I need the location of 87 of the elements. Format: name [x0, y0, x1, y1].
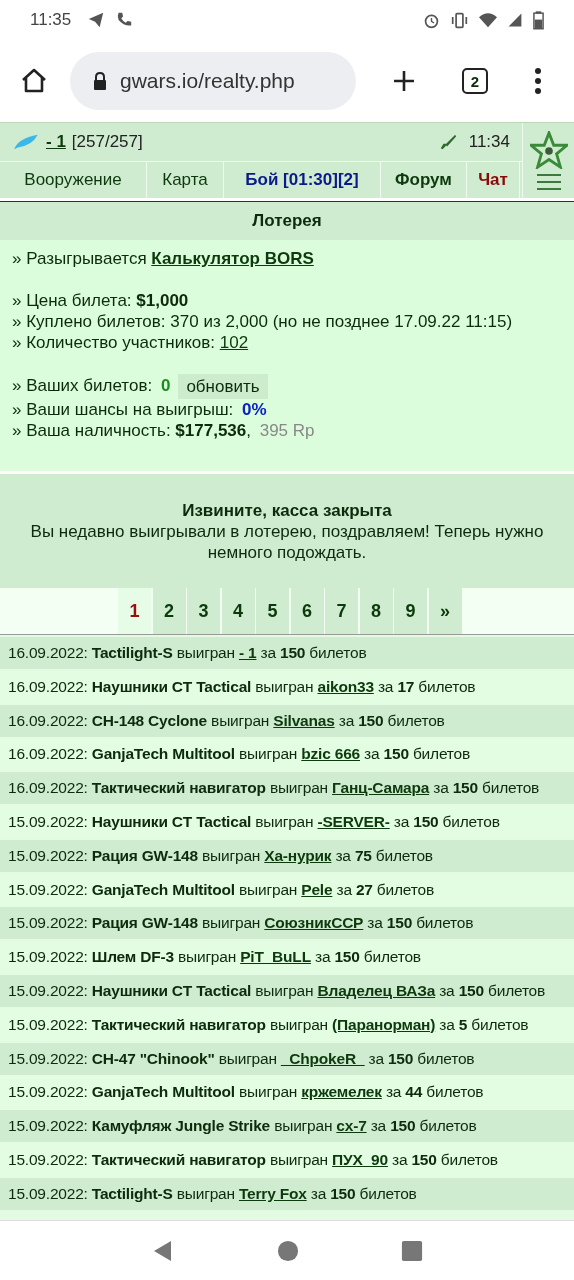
- lock-icon: [92, 71, 108, 91]
- history-text: 15.09.2022: Тактический навигатор выигран (Паранорман) за 5 билетов: [8, 1015, 529, 1034]
- winner-link[interactable]: -SERVER-: [317, 813, 390, 830]
- winner-link[interactable]: ПУХ_90: [332, 1150, 388, 1168]
- page-link[interactable]: »: [428, 588, 462, 634]
- nav-link[interactable]: Вооружение: [0, 162, 147, 198]
- page-link[interactable]: 7: [325, 588, 358, 634]
- winner-link[interactable]: Ганц-Самара: [332, 779, 430, 797]
- nav-link[interactable]: Бой [01:30][2]: [224, 162, 381, 198]
- tab-count-button[interactable]: 2: [462, 68, 488, 94]
- more-icon[interactable]: [534, 68, 542, 94]
- page-link[interactable]: 8: [359, 588, 393, 634]
- feather-icon: [12, 133, 40, 151]
- history-text: 15.09.2022: Наушники CT Tactical выигран -SERVER- за 150 билетов: [8, 813, 500, 831]
- winner-link[interactable]: Ха-нурик: [264, 846, 332, 864]
- notice-message: Вы недавно выигрывали в лотерею, поздравляем! Теперь нужно немного подождать.: [29, 520, 545, 563]
- winner-link[interactable]: Pele: [301, 880, 333, 898]
- history-text: 15.09.2022: Наушники CT Tactical выигран Владелец ВАЗа за 150 билетов: [8, 981, 546, 1000]
- nav-link[interactable]: Форум: [381, 162, 467, 198]
- info-text: » Разыгрывается: [12, 249, 148, 268]
- menu-icon[interactable]: [535, 172, 562, 192]
- info-text: » Ваша наличность: $177,536,: [12, 421, 252, 440]
- history-text: 15.09.2022: GanjaTech Multitool выигран кржемелек за 44 билетов: [8, 1083, 484, 1102]
- nav-link[interactable]: Чат: [467, 162, 520, 198]
- history-text: 16.09.2022: Наушники CT Tactical выигран aikon33 за 17 билетов: [8, 677, 476, 696]
- nav-link[interactable]: Карта: [147, 162, 224, 198]
- page-link[interactable]: 5: [256, 588, 289, 634]
- info-text: » Куплено билетов: 370 из 2,000 (но не позднее 17.09.22 11:15): [12, 311, 514, 332]
- battery-icon: [533, 10, 544, 30]
- notice-title: Извините, касса закрыта: [182, 499, 392, 521]
- winner-link[interactable]: aikon33: [317, 677, 374, 695]
- history-text: 15.09.2022: CH-47 "Chinook" выигран _ChpokeR_ за 150 билетов: [8, 1049, 475, 1068]
- plus-icon[interactable]: [392, 69, 416, 93]
- info-text: » Ваши шансы на выигрыш:: [12, 400, 235, 419]
- winner-link[interactable]: (Паранорман): [332, 1015, 436, 1033]
- url-text: gwars.io/realty.php: [120, 69, 295, 93]
- winner-link[interactable]: Silvanas: [273, 711, 335, 729]
- page-link[interactable]: 4: [221, 588, 255, 634]
- home-circle-icon[interactable]: [277, 1240, 299, 1262]
- ticket-count: 0: [160, 376, 171, 395]
- history-text: 16.09.2022: CH-148 Cyclone выигран Silvanas за 150 билетов: [8, 711, 445, 730]
- winner-link[interactable]: PiT_BuLL: [240, 948, 311, 966]
- info-text: » Ваших билетов:: [12, 376, 154, 395]
- history-text: 15.09.2022: Рация GW-148 выигран СоюзникССР за 150 билетов: [8, 914, 474, 933]
- vibrate-icon: [450, 11, 469, 29]
- history-text: 16.09.2022: Tactilight-S выигран - 1 за 150 билетов: [8, 644, 367, 662]
- history-text: 15.09.2022: Шлем DF-3 выигран PiT_BuLL за 150 билетов: [8, 948, 421, 967]
- history-text: 15.09.2022: Рация GW-148 выигран Ха-нурик за 75 билетов: [8, 846, 433, 865]
- wifi-icon: [479, 11, 497, 29]
- star-icon[interactable]: [529, 131, 568, 169]
- winner-link[interactable]: Terry Fox: [238, 1184, 307, 1202]
- player-link[interactable]: - 1: [46, 132, 66, 152]
- winner-link[interactable]: bzic 666: [301, 745, 360, 763]
- home-icon[interactable]: [20, 67, 48, 95]
- prize-link[interactable]: Калькулятор BORS: [151, 249, 314, 268]
- history-text: 16.09.2022: Тактический навигатор выигран Ганц-Самара за 150 билетов: [8, 779, 540, 798]
- history-text: 16.09.2022: GanjaTech Multitool выигран bzic 666 за 150 билетов: [8, 745, 470, 764]
- page-link[interactable]: 6: [290, 588, 324, 634]
- address-bar[interactable]: gwars.io/realty.php: [70, 52, 356, 110]
- currency-amount: 395 Rp: [259, 421, 315, 440]
- winner-link[interactable]: cx-7: [336, 1117, 367, 1135]
- recents-icon[interactable]: [401, 1240, 423, 1262]
- winner-link[interactable]: СоюзникССР: [264, 914, 364, 932]
- winner-link[interactable]: - 1: [238, 644, 257, 661]
- page-link[interactable]: 3: [187, 588, 220, 634]
- server-time: 11:34: [468, 132, 510, 152]
- history-text: 15.09.2022: Камуфляж Jungle Strike выигран cx-7 за 150 билетов: [8, 1117, 477, 1136]
- chance-value: 0%: [242, 400, 267, 419]
- winner-link[interactable]: кржемелек: [301, 1083, 382, 1101]
- history-text: 15.09.2022: GanjaTech Multitool выигран Pele за 27 билетов: [8, 880, 434, 899]
- paper-plane-icon: [87, 11, 106, 29]
- health-text: [257/257]: [71, 132, 143, 152]
- history-text: 15.09.2022: Тактический навигатор выигран ПУХ_90 за 150 билетов: [8, 1150, 498, 1169]
- info-text: » Количество участников:: [12, 333, 216, 352]
- page-link[interactable]: 2: [152, 588, 186, 634]
- clock-time: 11:35: [30, 10, 72, 30]
- winner-link[interactable]: Владелец ВАЗа: [317, 981, 436, 999]
- refresh-button[interactable]: обновить: [178, 374, 268, 399]
- participants-link[interactable]: 102: [219, 333, 249, 352]
- section-title: Лотерея: [0, 201, 574, 240]
- page-link[interactable]: 1: [118, 588, 151, 634]
- history-text: 15.09.2022: Tactilight-S выигран Terry Fox за 150 билетов: [8, 1184, 417, 1203]
- rifle-icon: [438, 133, 457, 151]
- winner-link[interactable]: _ChpokeR_: [280, 1049, 365, 1067]
- info-text: » Цена билета: $1,000: [12, 290, 190, 311]
- signal-icon: [507, 12, 523, 28]
- page-link[interactable]: 9: [394, 588, 427, 634]
